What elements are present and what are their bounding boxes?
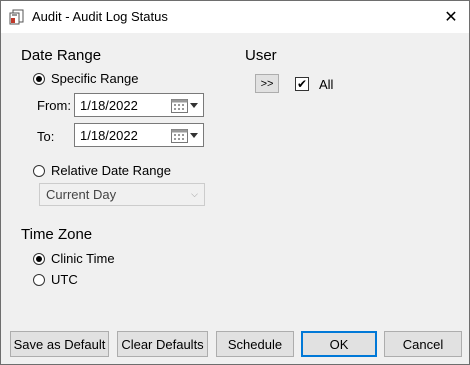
all-users-checkbox[interactable]: ✔ [295,77,309,91]
relative-range-value: Current Day [46,187,117,202]
specific-range-label: Specific Range [51,71,139,86]
clinic-time-radio[interactable]: Clinic Time [33,251,115,266]
chevron-down-icon: ⌵ [191,189,198,199]
ok-button[interactable]: OK [301,331,377,357]
chevron-down-icon[interactable] [190,132,198,138]
relative-range-label: Relative Date Range [51,163,171,178]
utc-radio[interactable]: UTC [33,272,78,287]
utc-label: UTC [51,272,78,287]
title-bar: Audit - Audit Log Status ✕ [1,1,469,33]
radio-indicator[interactable] [33,72,45,85]
cancel-button[interactable]: Cancel [384,331,462,357]
specific-range-radio[interactable]: Specific Range [33,71,138,86]
user-heading: User [245,47,277,64]
to-label: To: [37,129,55,144]
from-date-value[interactable]: 1/18/2022 [75,98,171,113]
all-users-label: All [319,77,334,92]
audit-app-icon [9,9,24,25]
from-date-picker[interactable]: 1/18/2022 [74,93,204,117]
relative-range-select: Current Day ⌵ [39,183,205,206]
to-date-picker[interactable]: 1/18/2022 [74,123,204,147]
close-icon[interactable]: ✕ [433,1,469,33]
from-label: From: [37,98,71,113]
calendar-icon[interactable] [171,98,188,113]
schedule-button[interactable]: Schedule [216,331,294,357]
date-range-heading: Date Range [21,47,102,64]
expand-users-button[interactable]: >> [255,74,279,93]
window-title: Audit - Audit Log Status [32,9,168,24]
save-as-default-button[interactable]: Save as Default [10,331,109,357]
time-zone-heading: Time Zone [21,226,93,243]
radio-indicator[interactable] [33,252,45,265]
audit-log-status-dialog: Audit - Audit Log Status ✕ Date Range Sp… [0,0,470,365]
radio-indicator[interactable] [33,273,45,286]
calendar-icon[interactable] [171,128,188,143]
to-date-value[interactable]: 1/18/2022 [75,128,171,143]
radio-indicator[interactable] [33,164,45,177]
clear-defaults-button[interactable]: Clear Defaults [117,331,208,357]
clinic-time-label: Clinic Time [51,251,115,266]
chevron-down-icon[interactable] [190,102,198,108]
relative-range-radio[interactable]: Relative Date Range [33,163,171,178]
